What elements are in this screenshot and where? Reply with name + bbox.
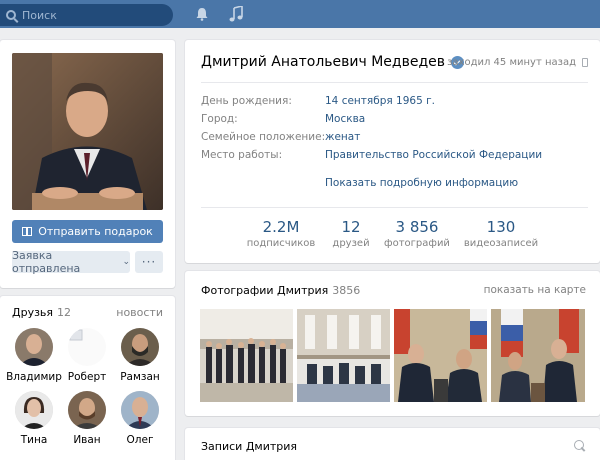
more-actions-button[interactable]: ···: [135, 251, 163, 273]
stat-videos[interactable]: 130 видеозаписей: [461, 218, 541, 249]
request-sent-label: Заявка отправлена: [12, 249, 81, 275]
friend-name: Олег: [126, 434, 154, 446]
photo-thumbnail[interactable]: [394, 309, 487, 402]
search-icon[interactable]: [574, 440, 584, 450]
posts-block: Записи Дмитрия: [185, 428, 600, 460]
friend-avatar: [68, 328, 106, 366]
stat-number: 3 856: [395, 218, 439, 236]
info-value-link[interactable]: 14 сентября 1965 г.: [325, 95, 435, 107]
search-icon: [6, 10, 16, 20]
photo-thumbnail[interactable]: [200, 309, 293, 402]
friend-name: Тина: [20, 434, 48, 446]
last-seen-text: заходил 45 минут назад: [447, 57, 576, 68]
bell-icon[interactable]: [196, 7, 208, 21]
search-input[interactable]: Поиск: [0, 4, 173, 26]
gift-icon: [22, 227, 33, 236]
friend-name: Владимир: [6, 371, 62, 383]
photos-block: Фотографии Дмитрия 3856 показать на карте: [185, 271, 600, 416]
friend-avatar: [68, 391, 106, 429]
posts-title[interactable]: Записи Дмитрия: [201, 440, 297, 453]
friends-title: Друзья: [12, 306, 54, 319]
info-value-link[interactable]: Москва: [325, 113, 365, 125]
stat-followers[interactable]: 2.2M подписчиков: [241, 218, 321, 249]
info-value-link[interactable]: Правительство Российской Федерации: [325, 149, 542, 161]
photos-count: 3856: [332, 284, 361, 297]
search-placeholder: Поиск: [22, 8, 57, 22]
friends-news-link[interactable]: новости: [116, 306, 163, 319]
friend-name: Иван: [73, 434, 101, 446]
profile-avatar-card: Отправить подарок Заявка отправлена ⌄ ··…: [0, 40, 175, 288]
stat-number: 130: [486, 218, 516, 236]
friend-item[interactable]: Иван: [59, 391, 115, 446]
friend-name: Роберт: [67, 371, 107, 383]
friends-count: 12: [57, 306, 72, 319]
mobile-phone-icon: [582, 58, 588, 67]
last-seen-status: заходил 45 минут назад: [447, 57, 588, 68]
photos-header[interactable]: Фотографии Дмитрия 3856: [201, 284, 360, 297]
chevron-down-icon: ⌄: [122, 257, 130, 267]
info-label: Семейное положение:: [201, 131, 326, 143]
friend-avatar: [121, 328, 159, 366]
top-bar: Поиск: [0, 0, 600, 28]
photo-thumbnail[interactable]: [491, 309, 585, 402]
show-on-map-link[interactable]: показать на карте: [484, 284, 586, 296]
stat-photos[interactable]: 3 856 фотографий: [377, 218, 457, 249]
friends-header[interactable]: Друзья 12: [12, 306, 71, 319]
friend-item[interactable]: Олег: [112, 391, 168, 446]
friend-avatar: [15, 328, 53, 366]
profile-info-card: Дмитрий Анатольевич Медведев заходил 45 …: [185, 40, 600, 263]
friend-item[interactable]: Роберт: [59, 328, 115, 383]
photo-thumbnail[interactable]: [297, 309, 390, 402]
friend-item[interactable]: Тина: [6, 391, 62, 446]
info-label: День рождения:: [201, 95, 292, 107]
friend-name: Рамзан: [120, 371, 160, 383]
divider: [201, 207, 588, 208]
music-note-icon[interactable]: [229, 6, 243, 22]
stat-label: видеозаписей: [463, 238, 539, 249]
info-label: Город:: [201, 113, 238, 125]
more-actions-label: ···: [141, 255, 157, 269]
friend-request-sent-button[interactable]: Заявка отправлена ⌄: [12, 249, 130, 275]
photos-title: Фотографии Дмитрия: [201, 284, 329, 297]
friend-item[interactable]: Владимир: [6, 328, 62, 383]
info-label: Место работы:: [201, 149, 283, 161]
profile-name: Дмитрий Анатольевич Медведев: [201, 54, 445, 70]
friends-block: Друзья 12 новости Владимир Роберт Рамзан …: [0, 296, 175, 460]
friend-avatar: [121, 391, 159, 429]
profile-photo[interactable]: [12, 53, 163, 210]
stat-label: подписчиков: [246, 238, 316, 249]
divider: [201, 82, 588, 83]
friend-avatar: [15, 391, 53, 429]
profile-name-row: Дмитрий Анатольевич Медведев: [201, 54, 464, 70]
send-gift-button[interactable]: Отправить подарок: [12, 220, 163, 243]
send-gift-label: Отправить подарок: [38, 225, 153, 238]
show-more-info-link[interactable]: Показать подробную информацию: [325, 177, 518, 189]
friend-item[interactable]: Рамзан: [112, 328, 168, 383]
stat-number: 2.2M: [262, 218, 300, 236]
stat-label: фотографий: [384, 238, 450, 249]
info-value-link[interactable]: женат: [325, 131, 360, 143]
